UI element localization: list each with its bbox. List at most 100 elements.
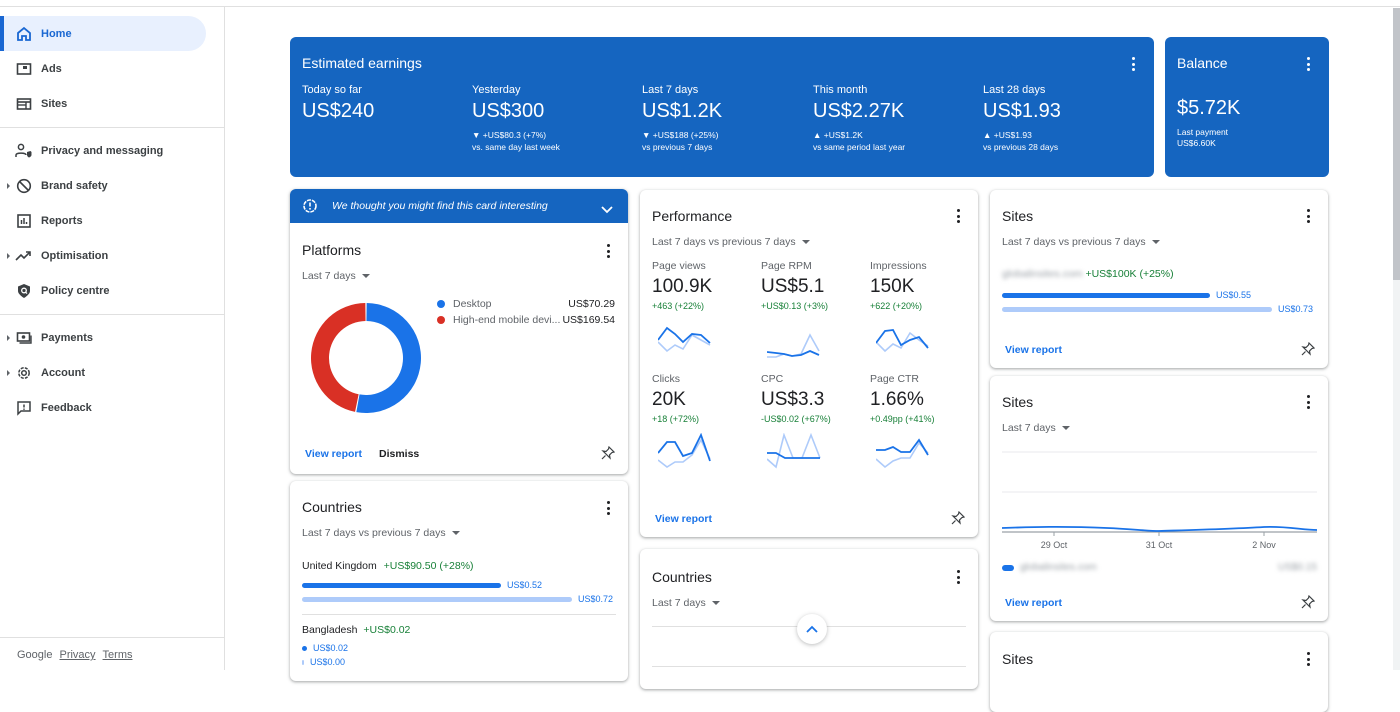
metric-label: Impressions [870,260,970,272]
terms-link[interactable]: Terms [103,649,133,661]
country-delta: +US$0.02 [363,624,410,636]
more-options-icon[interactable] [956,209,960,223]
date-range-dropdown[interactable]: Last 7 days vs previous 7 days [652,236,810,248]
pin-icon[interactable] [1301,342,1315,356]
scroll-up-button[interactable] [797,614,827,644]
more-options-icon[interactable] [956,570,960,584]
sidebar-item-reports[interactable]: Reports [0,203,206,238]
view-report-link[interactable]: View report [305,448,362,460]
bar-previous [302,660,304,665]
privacy-link[interactable]: Privacy [59,649,95,661]
dismiss-button[interactable]: Dismiss [379,448,419,460]
date-range-dropdown[interactable]: Last 7 days [652,597,720,609]
metric-cpc[interactable]: CPC US$3.3 -US$0.02 (+67%) [761,373,861,424]
block-icon [15,177,33,195]
dropdown-arrow-icon [1062,426,1070,430]
date-range-dropdown[interactable]: Last 7 days [1002,422,1070,434]
metric-page-views[interactable]: Page views 100.9K +463 (+22%) [652,260,752,311]
google-brand: Google [17,649,52,661]
date-range-dropdown[interactable]: Last 7 days vs previous 7 days [1002,236,1160,248]
sidebar-item-brand-safety[interactable]: Brand safety [0,168,206,203]
metric-delta: +622 (+20%) [870,301,970,311]
bar-value: US$0.00 [310,657,345,667]
metric-page-ctr[interactable]: Page CTR 1.66% +0.49pp (+41%) [870,373,970,424]
metric-delta: -US$0.02 (+67%) [761,414,861,424]
balance-card: Balance $5.72K Last payment US$6.60K [1165,37,1329,177]
earnings-last-7-days: Last 7 days US$1.2K ▼ +US$188 (+25%)vs p… [642,84,722,153]
metric-value: 20K [652,389,752,411]
legend-item-mobile: High-end mobile devi... US$169.54 [437,312,615,328]
bar-current [302,646,307,651]
earnings-value: US$1.93 [983,100,1061,123]
scrollbar-thumb[interactable] [1393,8,1400,280]
sidebar-item-privacy-and-messaging[interactable]: Privacy and messaging [0,133,206,168]
view-report-link[interactable]: View report [1005,344,1062,356]
sidebar-item-ads[interactable]: Ads [0,51,206,86]
country-delta: +US$90.50 (+28%) [384,560,474,572]
metric-value: 150K [870,276,970,298]
info-alert-icon [302,198,318,219]
legend-site-blurred: globalinsites.com [1020,562,1097,573]
sidebar-item-label: Reports [41,215,83,227]
more-options-icon[interactable] [1306,57,1310,71]
pin-icon[interactable] [1301,595,1315,609]
sidebar-item-sites[interactable]: Sites [0,86,206,121]
metric-label: Page RPM [761,260,861,272]
metric-page-rpm[interactable]: Page RPM US$5.1 +US$0.13 (+3%) [761,260,861,311]
earnings-compare: vs. same day last week [472,141,560,153]
country-row: Bangladesh +US$0.02 [302,624,410,636]
sites-line-chart: 29 Oct 31 Oct 2 Nov [1002,446,1317,556]
platforms-donut-chart [301,293,431,423]
more-options-icon[interactable] [1306,209,1310,223]
dropdown-label: Last 7 days [302,270,356,282]
sidebar-item-home[interactable]: Home [0,16,206,51]
more-options-icon[interactable] [1306,652,1310,666]
bar-value: US$0.55 [1216,290,1251,300]
legend-name: High-end mobile devi... [453,314,562,326]
card-title: Countries [652,569,712,585]
pin-icon[interactable] [951,511,965,525]
suggestion-banner[interactable]: We thought you might find this card inte… [290,189,628,223]
metric-delta: +US$0.13 (+3%) [761,301,861,311]
divider [0,127,225,128]
sidebar-item-account[interactable]: Account [0,355,206,390]
metric-clicks[interactable]: Clicks 20K +18 (+72%) [652,373,752,424]
sparkline [876,320,936,360]
metric-value: US$3.3 [761,389,861,411]
expand-caret-icon [7,253,10,259]
policy-icon [15,282,33,300]
donut-slice-mobile[interactable] [311,303,366,412]
expand-caret-icon [7,183,10,189]
earnings-yesterday: Yesterday US$300 ▼ +US$80.3 (+7%)vs. sam… [472,84,560,153]
sidebar-item-policy-centre[interactable]: Policy centre [0,273,206,308]
trending-icon [15,247,33,265]
view-report-link[interactable]: View report [655,513,712,525]
more-options-icon[interactable] [606,244,610,258]
sparkline [767,320,827,360]
sidebar-item-label: Policy centre [41,285,109,297]
more-options-icon[interactable] [1306,395,1310,409]
sidebar-item-payments[interactable]: Payments [0,320,206,355]
date-range-dropdown[interactable]: Last 7 days [302,270,370,282]
chevron-down-icon[interactable] [601,201,613,219]
chevron-up-icon [806,620,818,638]
view-report-link[interactable]: View report [1005,597,1062,609]
current-period-bar: US$0.02 [302,643,348,653]
expand-caret-icon [7,335,10,341]
reports-icon [15,212,33,230]
date-range-dropdown[interactable]: Last 7 days vs previous 7 days [302,527,460,539]
sidebar-item-label: Sites [41,98,67,110]
sparkline [767,433,827,473]
more-options-icon[interactable] [1131,57,1135,71]
more-options-icon[interactable] [606,501,610,515]
sidebar-item-feedback[interactable]: Feedback [0,390,206,425]
countries-card-2: Countries Last 7 days [640,549,978,689]
donut-slice-desktop[interactable] [356,303,421,413]
metric-impressions[interactable]: Impressions 150K +622 (+20%) [870,260,970,311]
sidebar-item-label: Payments [41,332,93,344]
sidebar-item-label: Ads [41,63,62,75]
card-title: Sites [1002,651,1033,667]
dropdown-arrow-icon [802,240,810,244]
pin-icon[interactable] [601,446,615,460]
sidebar-item-optimisation[interactable]: Optimisation [0,238,206,273]
